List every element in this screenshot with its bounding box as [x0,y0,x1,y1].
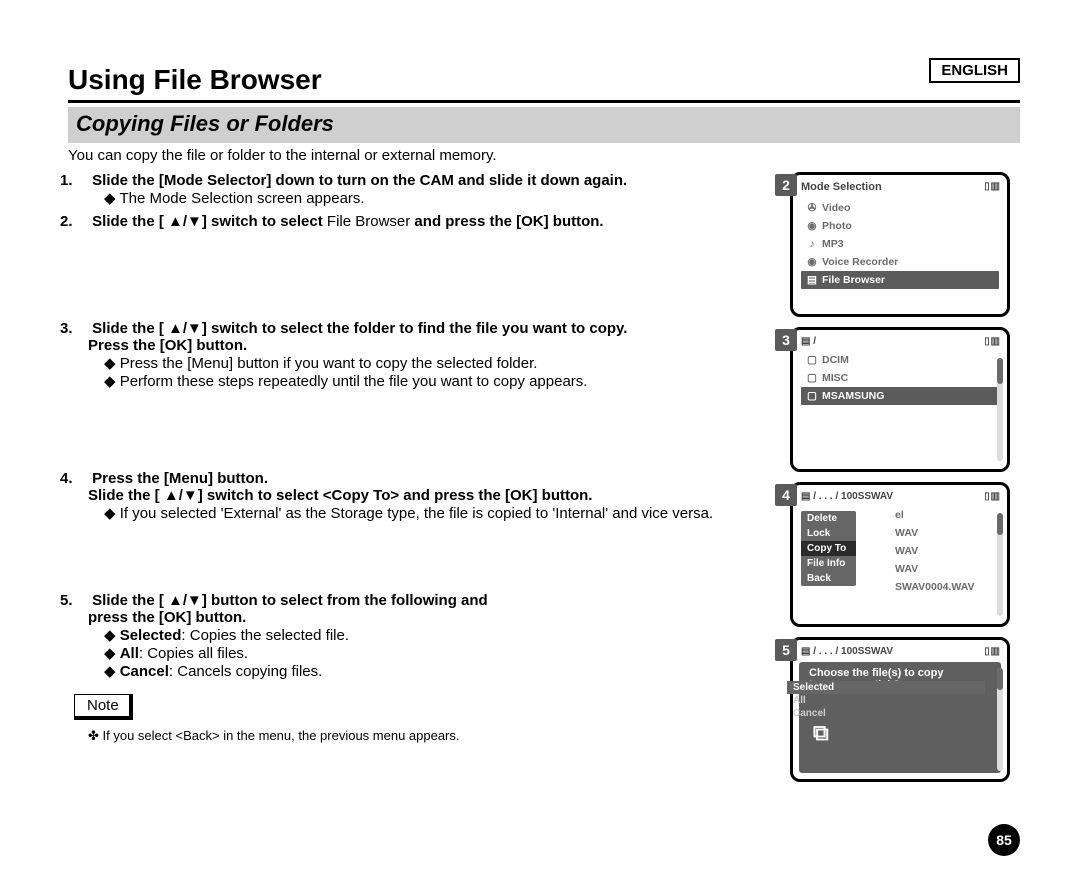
option-item: Cancel [787,707,985,720]
instructions-column: 1. Slide the [Mode Selector] down to tur… [60,172,770,792]
step-heading-b: Press the [OK] button. [60,337,247,354]
option-text: : Cancels copying files. [169,663,322,680]
step-number: 4. [60,470,88,487]
scrollbar [997,358,1003,461]
list-item: ▢DCIM [801,351,999,369]
list-item: ▢MSAMSUNG [801,387,999,405]
screen-badge: 5 [775,639,797,661]
step-number: 1. [60,172,88,189]
list-item: ◉Voice Recorder [801,253,999,271]
list-item: WAV [891,542,999,560]
list-item: ♪MP3 [801,235,999,253]
step-number: 5. [60,592,88,609]
list-item: el [891,506,999,524]
scrollbar [997,513,1003,616]
screen-badge: 3 [775,329,797,351]
status-icons: ▯ ▥ [984,491,999,502]
context-menu: DeleteLockCopy ToFile InfoBack [801,511,856,586]
step-2: 2. Slide the [ ▲/▼] switch to select Fil… [60,213,770,230]
step-heading-light: File Browser [327,213,410,230]
step-heading-b: Slide the [ ▲/▼] switch to select <Copy … [60,487,592,504]
screen-badge: 2 [775,174,797,196]
menu-item: File Info [801,556,856,571]
step-bullet: The Mode Selection screen appears. [104,189,770,207]
status-icons: ▯ ▥ [984,646,999,657]
screen-badge: 4 [775,484,797,506]
list-item: ▤File Browser [801,271,999,289]
step-number: 3. [60,320,88,337]
step-3: 3. Slide the [ ▲/▼] switch to select the… [60,320,770,390]
intro-text: You can copy the file or folder to the i… [68,147,1020,164]
option-item: Selected [787,681,985,694]
mode-list: ✇Video◉Photo♪MP3◉Voice Recorder▤File Bro… [801,199,999,289]
step-heading: Slide the [ ▲/▼] switch to select the fo… [92,320,627,337]
list-item: SWAV0004.WAV [891,578,999,596]
step-4: 4. Press the [Menu] button. Slide the [ … [60,470,770,522]
device-screen-4: 4 ▤ / . . . / 100SSWAV ▯ ▥ elWAVWAVWAVSW… [790,482,1010,627]
option-label: Selected [120,627,182,644]
language-badge: ENGLISH [929,58,1020,83]
option-item: All [787,694,985,707]
step-heading-b: press the [OK] button. [60,609,246,626]
option-label: Cancel [120,663,169,680]
screen-path: ▤ / . . . / 100SSWAV [801,491,999,502]
step-heading: Slide the [ ▲/▼] button to select from t… [92,592,488,609]
status-icons: ▯ ▥ [984,181,999,192]
screen-path: ▤ / . . . / 100SSWAV [801,646,999,657]
step-5: 5. Slide the [ ▲/▼] button to select fro… [60,592,770,680]
note-text: If you select <Back> in the menu, the pr… [60,728,770,744]
scrollbar [997,668,1003,771]
step-1: 1. Slide the [Mode Selector] down to tur… [60,172,770,207]
step-number: 2. [60,213,88,230]
copy-icon: ⧉ [813,720,1011,746]
device-screen-3: 3 ▤ / ▯ ▥ ▢DCIM▢MISC▢MSAMSUNG [790,327,1010,472]
device-screen-5: 5 ▤ / . . . / 100SSWAV ▯ ▥ Choose the fi… [790,637,1010,782]
step-heading: Slide the [Mode Selector] down to turn o… [92,172,627,189]
step-heading: Press the [Menu] button. [92,470,268,487]
screen-path: ▤ / [801,336,999,347]
menu-item: Back [801,571,856,586]
screen-title: Mode Selection [801,181,999,193]
list-item: ◉Photo [801,217,999,235]
list-item: WAV [891,524,999,542]
step-bullet: Perform these steps repeatedly until the… [104,372,770,390]
menu-item: Copy To [801,541,856,556]
device-screen-2: 2 Mode Selection ▯ ▥ ✇Video◉Photo♪MP3◉Vo… [790,172,1010,317]
option-label: All [120,645,139,662]
menu-item: Delete [801,511,856,526]
list-item: WAV [891,560,999,578]
page-number-badge: 85 [988,824,1020,856]
section-subtitle: Copying Files or Folders [68,107,1020,143]
list-item: ▢MISC [801,369,999,387]
note-label: Note [74,694,133,720]
copy-options: SelectedAllCancel [787,681,985,720]
option-text: : Copies the selected file. [181,627,349,644]
step-heading-a: Slide the [ ▲/▼] switch to select [92,213,327,230]
option-text: : Copies all files. [139,645,248,662]
rule [68,100,1020,103]
step-bullet: If you selected 'External' as the Storag… [104,504,770,522]
list-item: ✇Video [801,199,999,217]
folder-list: ▢DCIM▢MISC▢MSAMSUNG [801,351,999,405]
status-icons: ▯ ▥ [984,336,999,347]
device-screens-column: 2 Mode Selection ▯ ▥ ✇Video◉Photo♪MP3◉Vo… [790,172,1020,792]
prompt-line-1: Choose the file(s) to copy [809,667,991,679]
menu-item: Lock [801,526,856,541]
page-title: Using File Browser [68,64,1020,96]
step-bullet: Press the [Menu] button if you want to c… [104,354,770,372]
step-heading-b: and press the [OK] button. [410,213,603,230]
